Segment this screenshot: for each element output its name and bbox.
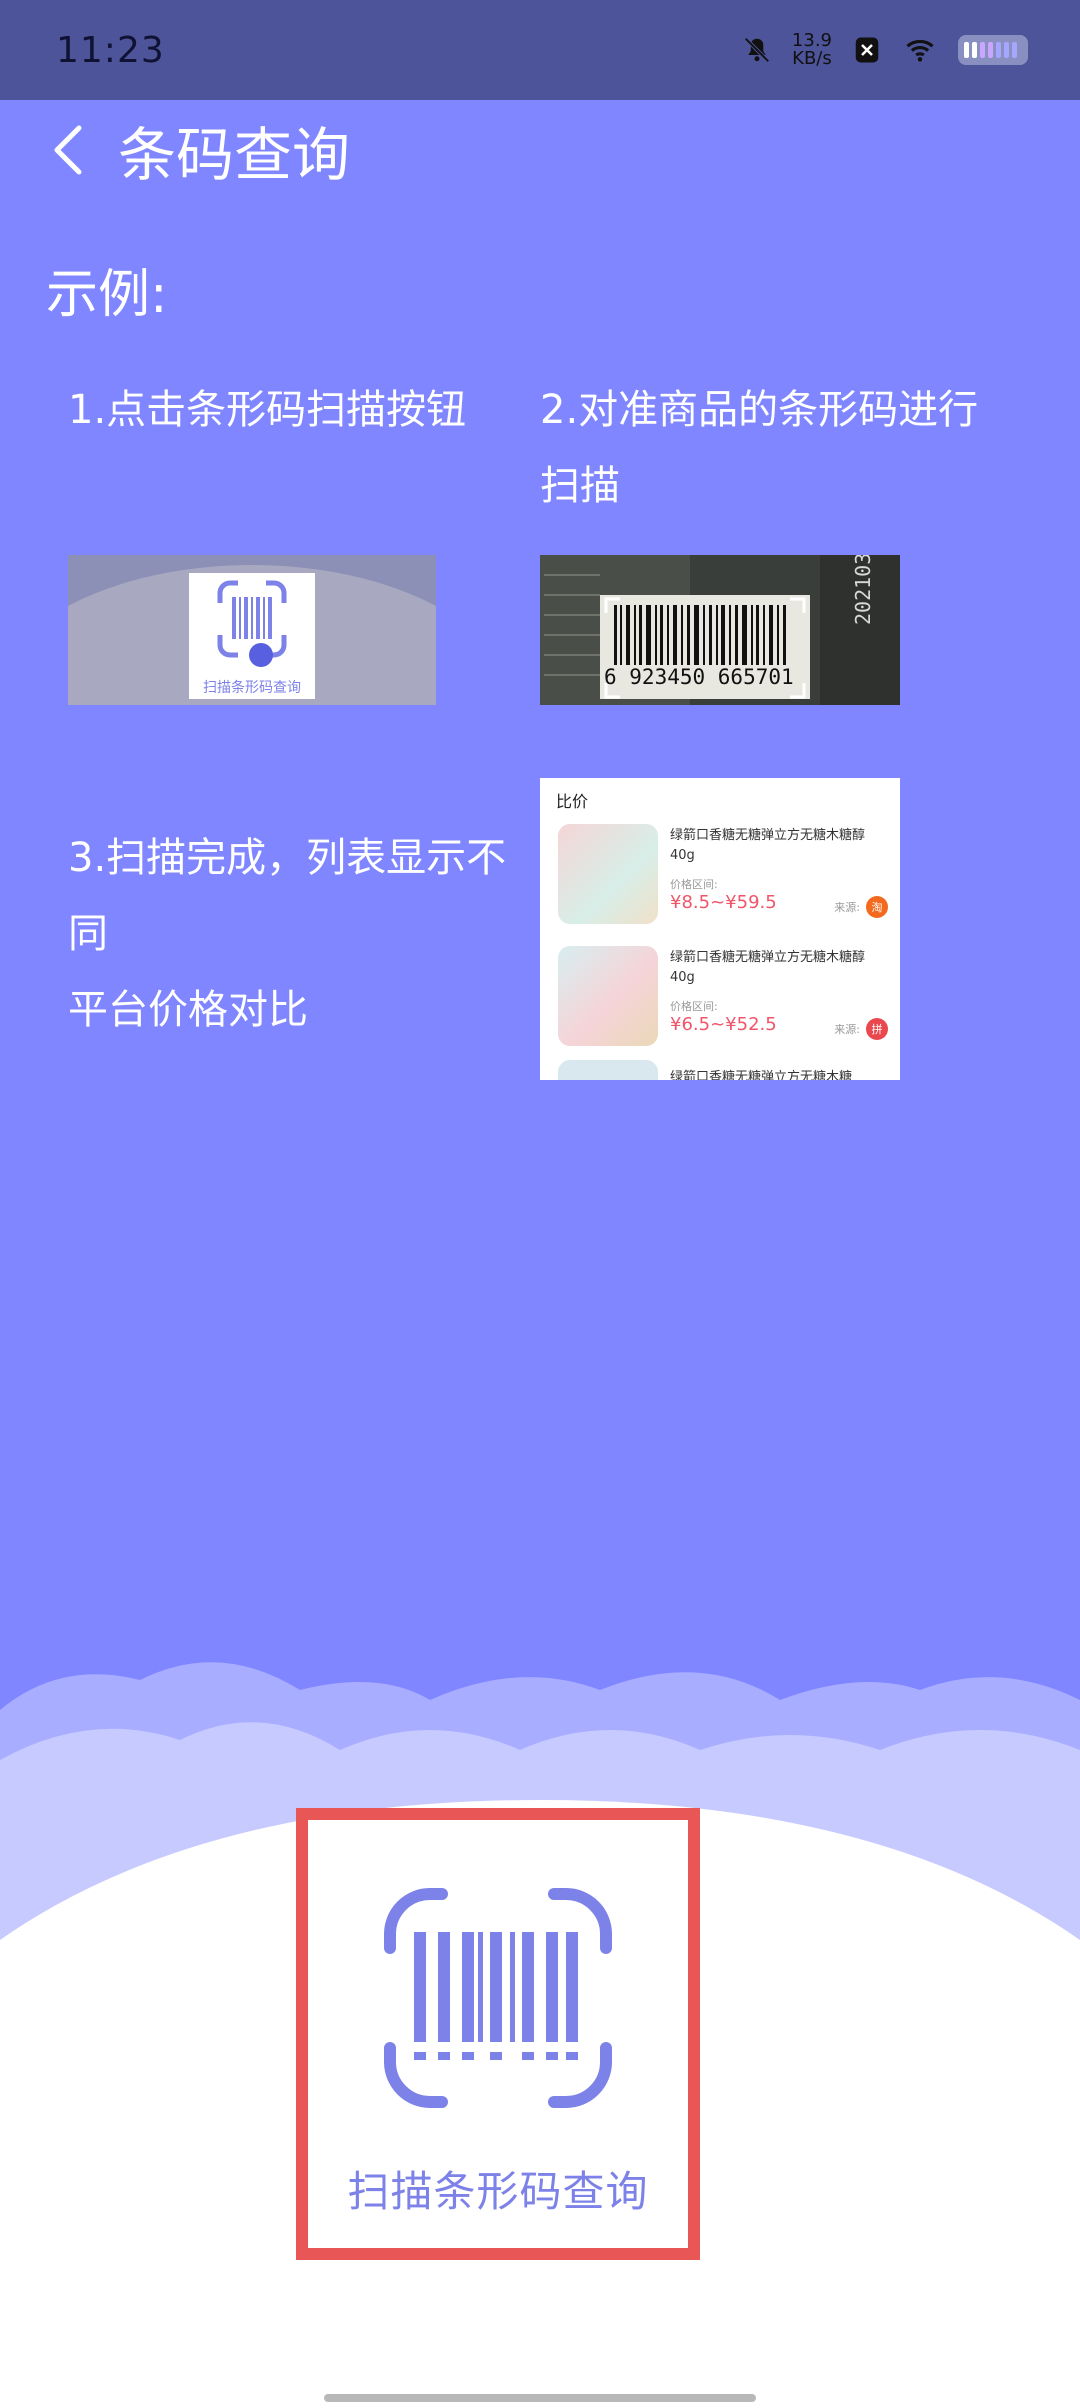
price-range-label: 价格区间: <box>670 878 718 891</box>
step-2-line-2: 扫描 <box>540 463 620 509</box>
back-button[interactable] <box>38 120 98 180</box>
status-bar: 11:23 13.9 KB/s <box>0 0 1080 100</box>
price-list-item: 绿箭口香糖无糖弹立方无糖木糖醇40g 价格区间: ¥8.5~¥59.5 来源: … <box>558 816 888 926</box>
example-image-scan-button: 扫描条形码查询 <box>68 555 436 705</box>
pinduoduo-icon: 拼 <box>866 1018 888 1040</box>
source-label: 来源: <box>834 1023 860 1036</box>
svg-text:2021031: 2021031 <box>851 555 875 625</box>
barcode-scan-icon <box>384 1888 612 2108</box>
barcode-number: 6 923450 665701 <box>604 665 794 689</box>
wifi-icon <box>906 39 934 62</box>
step-1-text: 1.点击条形码扫描按钮 <box>68 372 466 448</box>
status-icons: 13.9 KB/s <box>742 32 1028 68</box>
mute-bell-icon <box>744 37 770 63</box>
product-name: 绿箭口香糖无糖弹立方无糖木糖 <box>670 1070 853 1080</box>
price-range: ¥8.5~¥59.5 <box>670 892 777 913</box>
product-image <box>558 1060 658 1080</box>
sim-blocked-icon <box>855 37 879 63</box>
step-1-line: 1.点击条形码扫描按钮 <box>68 387 467 433</box>
page-title: 条码查询 <box>118 121 351 189</box>
source: 来源: 拼 <box>834 1018 888 1040</box>
price-list-item: 绿箭口香糖无糖弹立方无糖木糖醇40g 价格区间: ¥6.5~¥52.5 来源: … <box>558 938 888 1048</box>
product-image <box>558 946 658 1046</box>
step-3-line-3: 平台价格对比 <box>68 987 308 1033</box>
product-image <box>558 824 658 924</box>
example-image-barcode: 2021031 6 923450 665701 <box>540 555 900 705</box>
example-title: 示例: <box>46 265 168 325</box>
price-range: ¥6.5~¥52.5 <box>670 1014 777 1035</box>
step-3-line-2: 同 <box>68 911 108 957</box>
scan-barcode-button[interactable]: 扫描条形码查询 <box>296 1808 700 2260</box>
home-indicator[interactable] <box>324 2394 756 2402</box>
app-bar: 条码查询 <box>0 100 1080 200</box>
scan-button-label: 扫描条形码查询 <box>347 2167 649 2216</box>
chevron-left-icon <box>54 125 82 175</box>
price-range-label: 价格区间: <box>670 1000 718 1013</box>
price-list-title: 比价 <box>556 792 589 811</box>
step-2-text: 2.对准商品的条形码进行 扫描 <box>540 372 978 524</box>
thumb1-label: 扫描条形码查询 <box>203 680 301 696</box>
price-list-item-partial: 绿箭口香糖无糖弹立方无糖木糖 <box>558 1060 888 1080</box>
taobao-icon: 淘 <box>866 896 888 918</box>
step-2-line-1: 2.对准商品的条形码进行 <box>540 387 979 433</box>
product-name: 绿箭口香糖无糖弹立方无糖木糖醇40g <box>670 950 866 985</box>
status-time: 11:23 <box>56 29 165 71</box>
source-label: 来源: <box>834 901 860 914</box>
product-name: 绿箭口香糖无糖弹立方无糖木糖醇40g <box>670 828 866 863</box>
battery-icon <box>958 35 1028 65</box>
net-speed-unit: KB/s <box>792 48 832 69</box>
net-speed: 13.9 KB/s <box>792 32 832 68</box>
source: 来源: 淘 <box>834 896 888 918</box>
step-3-text: 3.扫描完成，列表显示不 同 平台价格对比 <box>68 820 506 1048</box>
step-3-line-1: 3.扫描完成，列表显示不 <box>68 835 507 881</box>
example-image-price-list: 比价 绿箭口香糖无糖弹立方无糖木糖醇40g 价格区间: ¥8.5~¥59.5 来… <box>540 778 900 1080</box>
